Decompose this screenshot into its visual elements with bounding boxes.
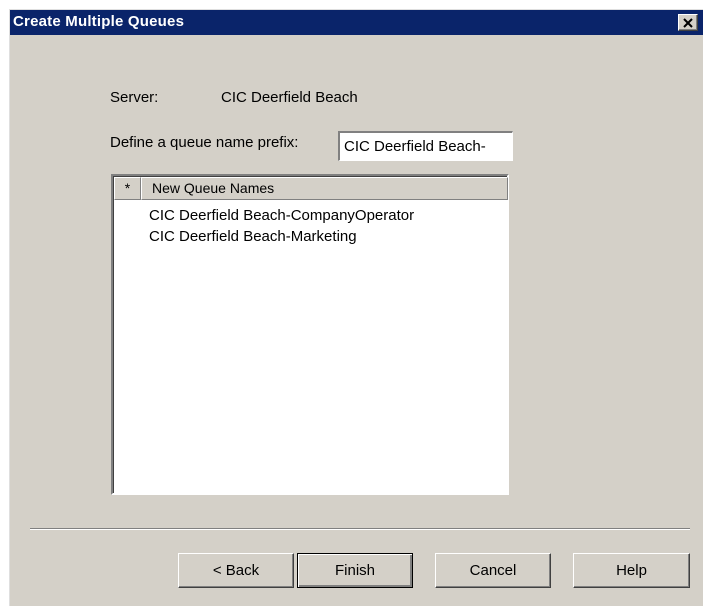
create-multiple-queues-dialog: Create Multiple Queues Server: CIC Deerf… xyxy=(9,9,703,606)
separator xyxy=(30,528,690,530)
new-queue-names-list[interactable]: * New Queue Names CIC Deerfield Beach-Co… xyxy=(111,174,509,495)
list-rows: CIC Deerfield Beach-CompanyOperator CIC … xyxy=(149,205,414,247)
finish-button[interactable]: Finish xyxy=(297,553,413,588)
back-button[interactable]: < Back xyxy=(178,553,294,588)
prefix-label: Define a queue name prefix: xyxy=(110,134,299,151)
dialog-title: Create Multiple Queues xyxy=(13,13,185,30)
help-button[interactable]: Help xyxy=(573,553,690,588)
close-icon xyxy=(683,18,693,28)
cancel-button[interactable]: Cancel xyxy=(435,553,551,588)
close-button[interactable] xyxy=(678,14,698,31)
list-item[interactable]: CIC Deerfield Beach-Marketing xyxy=(149,226,414,247)
list-item[interactable]: CIC Deerfield Beach-CompanyOperator xyxy=(149,205,414,226)
queue-prefix-input[interactable] xyxy=(338,131,513,161)
column-header-new-queue-names[interactable]: New Queue Names xyxy=(141,177,508,200)
server-label: Server: xyxy=(110,89,159,106)
list-header: * New Queue Names xyxy=(114,177,508,200)
server-value: CIC Deerfield Beach xyxy=(221,89,358,106)
title-bar[interactable]: Create Multiple Queues xyxy=(10,10,703,35)
column-header-marker[interactable]: * xyxy=(114,177,141,200)
